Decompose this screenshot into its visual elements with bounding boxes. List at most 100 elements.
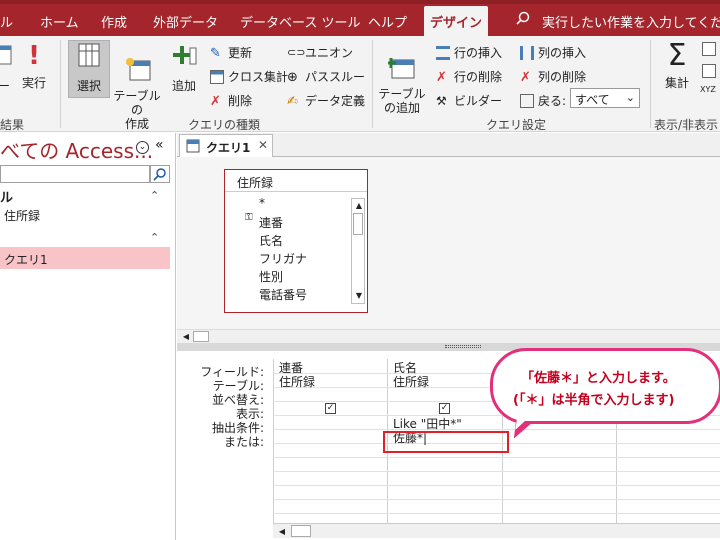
return-rows-select[interactable]: すべて ⌄ xyxy=(570,88,640,108)
doc-tab-label: クエリ1 xyxy=(206,141,251,155)
delete-cols-label: 列の削除 xyxy=(538,70,587,84)
chevron-up-icon[interactable]: ⌃ xyxy=(150,231,159,244)
make-table-button[interactable]: テーブルの 作成 xyxy=(110,42,164,145)
show-table-label: テーブル の追加 xyxy=(378,87,426,115)
update-button[interactable]: ✎ 更新 xyxy=(210,44,252,61)
field-list-scrollbar[interactable]: ▲ ▼ xyxy=(351,198,365,304)
data-definition-button[interactable]: ✍ データ定義 xyxy=(287,92,365,109)
append-icon xyxy=(173,46,197,65)
field-list-item[interactable]: 性別 xyxy=(259,268,283,285)
tab-database-tools[interactable]: データベース ツール xyxy=(240,12,360,31)
data-def-label: データ定義 xyxy=(305,94,366,108)
group-label-show-hide: 表示/非表示 xyxy=(654,118,719,132)
view-icon xyxy=(0,45,12,65)
parameters-icon[interactable] xyxy=(702,42,716,56)
field-list-title[interactable]: 住所録 xyxy=(225,170,367,192)
passthrough-button[interactable]: ⊕ パススルー xyxy=(287,68,365,85)
close-icon[interactable]: ✕ xyxy=(258,138,268,152)
insert-rows-label: 行の挿入 xyxy=(454,46,503,60)
delete-query-button[interactable]: ✗ 削除 xyxy=(210,92,252,109)
search-icon[interactable] xyxy=(516,11,530,25)
search-icon xyxy=(153,168,166,181)
ribbon: ー ! 実行 結果 選択 テーブルの 作成 追加 ✎ 更新 クロス集計 ✗ 削除… xyxy=(0,36,720,132)
chevron-up-icon[interactable]: ⌃ xyxy=(150,189,159,202)
passthrough-label: パススルー xyxy=(305,70,366,84)
nav-search-input[interactable] xyxy=(0,165,150,183)
view-button[interactable]: ー xyxy=(0,42,14,93)
scroll-thumb[interactable] xyxy=(291,525,311,537)
insert-rows-icon xyxy=(436,45,450,60)
field-list-item[interactable]: フリガナ xyxy=(259,250,307,267)
grid-row-line xyxy=(273,471,720,472)
field-list-item[interactable]: 電話番号 xyxy=(259,286,307,303)
grid-cell-table[interactable]: 住所録 xyxy=(393,373,429,390)
scroll-up-icon[interactable]: ▲ xyxy=(352,199,366,212)
builder-button[interactable]: ⚒ ビルダー xyxy=(436,92,502,109)
insert-columns-button[interactable]: 列の挿入 xyxy=(520,44,586,61)
totals-label: 集計 xyxy=(664,76,689,90)
field-list-window[interactable]: 住所録 * ⚿ 連番 氏名 フリガナ 性別 電話番号 ▲ ▼ xyxy=(224,169,368,313)
delete-x-icon: ✗ xyxy=(210,93,221,109)
return-value: すべて xyxy=(575,93,610,107)
globe-icon: ⊕ xyxy=(287,69,298,85)
insert-rows-button[interactable]: 行の挿入 xyxy=(436,44,502,61)
tab-design[interactable]: デザイン xyxy=(424,6,489,36)
field-list-item[interactable]: 氏名 xyxy=(259,232,283,249)
delete-rows-button[interactable]: ✗ 行の削除 xyxy=(436,68,502,85)
show-checkbox[interactable]: ✓ xyxy=(439,403,450,414)
scroll-thumb[interactable] xyxy=(193,331,209,342)
tab-home[interactable]: ホーム xyxy=(40,12,79,31)
table-pane-scrollbar[interactable]: ◀ xyxy=(177,329,720,343)
union-button[interactable]: ⊂⊃ ユニオン xyxy=(287,44,353,61)
append-button[interactable]: 追加 xyxy=(166,42,202,93)
nav-pane-title[interactable]: べての Access... xyxy=(0,135,153,164)
tell-me-input[interactable]: 実行したい作業を入力してください xyxy=(542,12,720,31)
document-tab-strip: クエリ1 ✕ xyxy=(177,133,720,157)
field-list-item[interactable]: 連番 xyxy=(259,214,283,231)
select-label: 選択 xyxy=(76,79,101,93)
nav-item-query-label: クエリ1 xyxy=(4,253,48,267)
builder-label: ビルダー xyxy=(454,94,503,108)
grid-cell-table[interactable]: 住所録 xyxy=(279,373,315,390)
nav-group-tables[interactable]: ル xyxy=(0,187,13,206)
grid-row-line xyxy=(273,457,720,458)
grid-row-line xyxy=(273,513,720,514)
scroll-down-icon[interactable]: ▼ xyxy=(352,289,366,302)
tab-help[interactable]: ヘルプ xyxy=(368,12,407,31)
group-label-query-setup: クエリ設定 xyxy=(486,118,547,132)
select-query-button[interactable]: 選択 xyxy=(68,42,110,93)
nav-menu-icon[interactable]: ⌄ xyxy=(136,141,149,154)
collapse-pane-icon[interactable]: « xyxy=(155,137,164,153)
tab-external-data[interactable]: 外部データ xyxy=(153,12,218,31)
tab-query1[interactable]: クエリ1 ✕ xyxy=(179,134,273,157)
splitter-grip[interactable] xyxy=(445,345,481,348)
design-grid-scrollbar[interactable]: ◀ xyxy=(273,523,720,538)
or-cell-highlight xyxy=(383,431,509,453)
scroll-thumb[interactable] xyxy=(353,213,363,235)
nav-search-button[interactable] xyxy=(150,165,170,183)
tab-create[interactable]: 作成 xyxy=(101,12,127,31)
grid-row-line xyxy=(273,485,720,486)
show-checkbox[interactable]: ✓ xyxy=(325,403,336,414)
return-label-group: 戻る: xyxy=(520,92,566,109)
view-label: ー xyxy=(0,79,10,93)
callout-line-1: 「佐藤＊」と入力します。 xyxy=(521,371,676,386)
scroll-left-icon[interactable]: ◀ xyxy=(275,525,289,538)
make-table-label: テーブルの 作成 xyxy=(113,89,161,131)
insert-columns-icon xyxy=(520,45,534,60)
nav-item-table[interactable]: 住所録 xyxy=(4,207,40,224)
nav-item-query-selected[interactable]: クエリ1 xyxy=(0,247,170,269)
append-label: 追加 xyxy=(171,79,196,93)
show-table-button[interactable]: テーブル の追加 xyxy=(378,42,426,129)
field-list-item[interactable]: * xyxy=(259,196,265,210)
run-button[interactable]: ! 実行 xyxy=(18,42,50,90)
property-sheet-icon[interactable] xyxy=(702,64,716,78)
scroll-left-icon[interactable]: ◀ xyxy=(179,330,193,343)
delete-columns-button[interactable]: ✗ 列の削除 xyxy=(520,68,586,85)
crosstab-button[interactable]: クロス集計 xyxy=(210,68,288,85)
table-names-icon[interactable]: XYZ xyxy=(700,86,716,94)
grid-row-line xyxy=(273,429,720,430)
totals-button[interactable]: Σ 集計 xyxy=(658,40,696,91)
tab-file[interactable]: ル xyxy=(0,12,13,31)
navigation-pane: べての Access... ⌄ « ル ⌃ 住所録 ⌃ クエリ1 xyxy=(0,133,176,540)
